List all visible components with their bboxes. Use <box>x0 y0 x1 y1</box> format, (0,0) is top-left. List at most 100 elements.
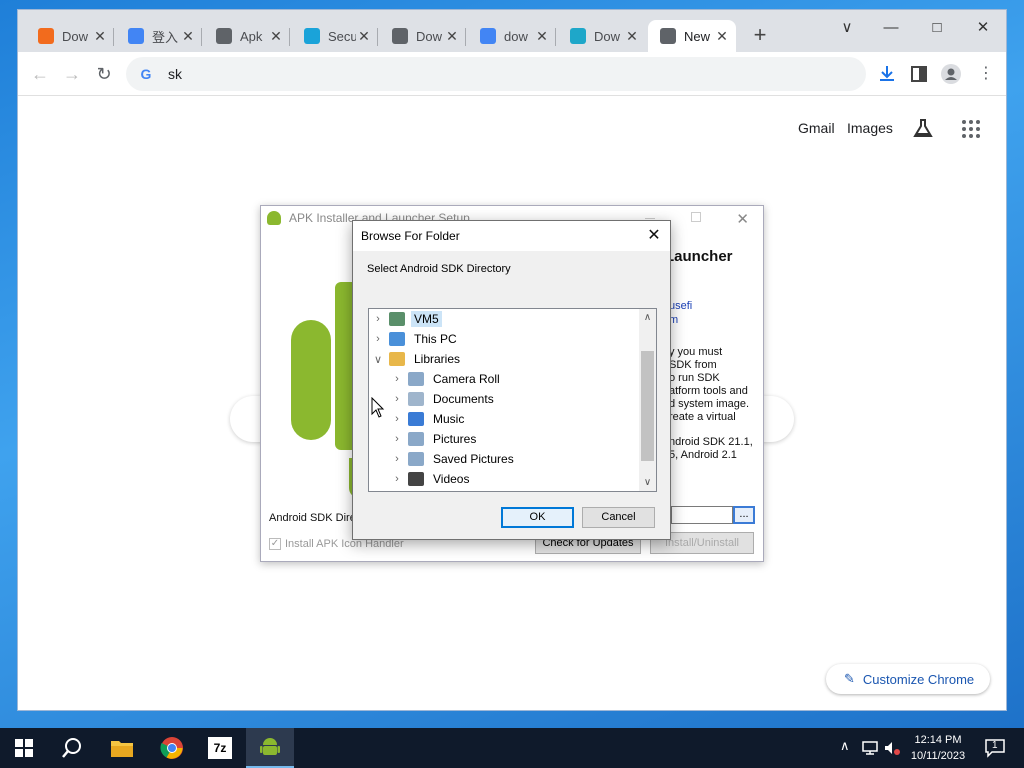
tab-7[interactable]: Dow ✕ <box>558 20 646 52</box>
close-tab-icon[interactable]: ✕ <box>180 28 196 45</box>
pencil-icon: ✎ <box>844 671 855 686</box>
tree-item-label: Music <box>433 412 465 426</box>
chevron-right-icon[interactable]: › <box>390 433 404 445</box>
tab-title: Dow <box>594 28 621 44</box>
notification-count: 1 <box>992 740 998 751</box>
clock-date: 10/11/2023 <box>910 750 966 762</box>
taskbar: 7z ∧ 12:14 PM 10/11/2023 1 <box>0 728 1024 768</box>
scroll-down-icon[interactable]: ∨ <box>639 474 656 491</box>
7zip-taskbar-button[interactable]: 7z <box>196 728 244 768</box>
close-tab-icon[interactable]: ✕ <box>714 28 730 45</box>
folder-tree[interactable]: › Videos › Saved Pictures › Pictures › Music › Do… <box>368 308 657 492</box>
setup-minimize-button[interactable] <box>645 218 655 219</box>
setup-maximize-button[interactable] <box>691 212 701 222</box>
setup-close-button[interactable]: ✕ <box>736 210 749 228</box>
tab-title: New <box>684 28 711 44</box>
gmail-link[interactable]: Gmail <box>798 120 835 136</box>
brave-shield-icon <box>38 28 54 44</box>
tree-item[interactable]: ∨ Libraries <box>369 349 463 369</box>
sdk-directory-input[interactable] <box>671 506 733 524</box>
cancel-button[interactable]: Cancel <box>582 507 655 528</box>
profile-avatar-icon[interactable] <box>940 63 962 85</box>
tree-item[interactable]: › Videos <box>369 469 472 489</box>
search-button[interactable] <box>48 728 96 768</box>
address-bar-text: sk <box>168 66 182 82</box>
tree-item-label: Camera Roll <box>433 372 500 386</box>
download-icon[interactable] <box>876 63 898 85</box>
close-tab-icon[interactable]: ✕ <box>356 28 372 45</box>
chevron-right-icon[interactable]: › <box>390 393 404 405</box>
tab-title: Dow <box>62 28 89 44</box>
browser-toolbar: ← → ↻ G sk ⋮ <box>18 52 1006 96</box>
browse-dialog-title-bar: Browse For Folder <box>353 221 670 251</box>
music-icon <box>408 412 424 426</box>
tree-item[interactable]: › Pictures <box>369 429 479 449</box>
volume-muted-icon[interactable] <box>884 740 900 756</box>
show-hidden-icons[interactable]: ∧ <box>840 738 850 754</box>
close-tab-icon[interactable]: ✕ <box>624 28 640 45</box>
box-icon <box>304 28 320 44</box>
reload-button[interactable]: ↻ <box>92 62 116 86</box>
tree-item[interactable]: › This PC <box>369 329 460 349</box>
back-button[interactable]: ← <box>28 62 52 86</box>
tree-item[interactable]: › Camera Roll <box>369 369 503 389</box>
scroll-up-icon[interactable]: ∧ <box>639 309 656 326</box>
tab-8[interactable]: New ✕ <box>648 20 736 52</box>
tree-item[interactable]: › VM5 <box>369 309 442 329</box>
tab-separator <box>465 28 466 46</box>
google-apps-icon[interactable] <box>962 120 980 138</box>
chevron-down-icon[interactable]: ∨ <box>371 353 385 366</box>
tab-title: dow <box>504 28 528 44</box>
images-link[interactable]: Images <box>847 120 893 136</box>
tree-scrollbar[interactable]: ∧ ∨ <box>639 309 656 491</box>
close-tab-icon[interactable]: ✕ <box>444 28 460 45</box>
close-tab-icon[interactable]: ✕ <box>92 28 108 45</box>
tab-2[interactable]: 登入 ✕ <box>116 20 202 52</box>
minimize-button[interactable]: — <box>868 14 914 42</box>
sdk-browse-button[interactable]: ... <box>733 506 755 524</box>
tab-4[interactable]: Secu ✕ <box>292 20 378 52</box>
search-icon <box>62 738 81 758</box>
chevron-right-icon[interactable]: › <box>390 473 404 485</box>
customize-chrome-label: Customize Chrome <box>862 671 975 687</box>
close-tab-icon[interactable]: ✕ <box>534 28 550 45</box>
maximize-button[interactable]: □ <box>914 14 960 42</box>
file-explorer-button[interactable] <box>98 728 146 768</box>
customize-chrome-button[interactable]: ✎ Customize Chrome <box>826 664 990 694</box>
tab-5[interactable]: Dow ✕ <box>380 20 466 52</box>
tab-3[interactable]: Apk ✕ <box>204 20 290 52</box>
ok-button[interactable]: OK <box>501 507 574 528</box>
tab-1[interactable]: Dow ✕ <box>26 20 114 52</box>
setup-link-1[interactable]: usefi <box>669 300 692 312</box>
network-icon[interactable] <box>862 740 880 756</box>
chrome-taskbar-button[interactable] <box>148 728 196 768</box>
system-clock[interactable]: 12:14 PM 10/11/2023 <box>900 732 976 764</box>
chevron-right-icon[interactable]: › <box>371 333 385 345</box>
menu-kebab-icon[interactable]: ⋮ <box>974 62 998 86</box>
tree-item[interactable]: › Documents <box>369 389 497 409</box>
chevron-right-icon[interactable]: › <box>390 373 404 385</box>
close-window-button[interactable]: ✕ <box>960 14 1006 42</box>
new-tab-button[interactable]: + <box>748 24 772 48</box>
tree-item[interactable]: › Saved Pictures <box>369 449 517 469</box>
libraries-icon <box>389 352 405 366</box>
apk-installer-taskbar-button[interactable] <box>246 728 294 768</box>
labs-flask-icon[interactable] <box>912 117 934 139</box>
side-panel-icon[interactable] <box>908 63 930 85</box>
forward-button[interactable]: → <box>60 62 84 86</box>
start-button[interactable] <box>0 728 48 768</box>
tab-6[interactable]: dow ✕ <box>468 20 556 52</box>
chevron-right-icon[interactable]: › <box>371 313 385 325</box>
documents-icon <box>408 392 424 406</box>
address-bar[interactable]: G sk <box>126 57 866 91</box>
close-tab-icon[interactable]: ✕ <box>268 28 284 45</box>
chevron-right-icon[interactable]: › <box>390 453 404 465</box>
tab-search-icon[interactable]: ∨ <box>824 14 870 42</box>
tab-separator <box>113 28 114 46</box>
chevron-right-icon[interactable]: › <box>390 413 404 425</box>
scroll-thumb[interactable] <box>641 351 654 461</box>
windows-logo-icon <box>15 739 33 757</box>
browse-for-folder-dialog: Browse For Folder ✕ Select Android SDK D… <box>352 220 671 540</box>
browse-close-button[interactable]: ✕ <box>644 227 664 245</box>
notification-center-button[interactable]: 1 <box>984 737 1006 759</box>
